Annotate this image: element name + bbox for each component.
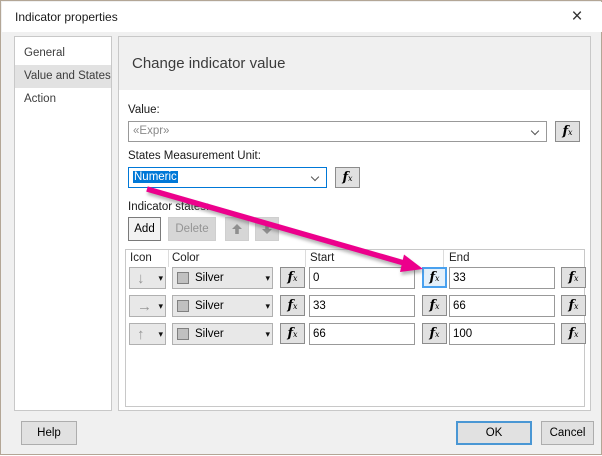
color-swatch xyxy=(177,300,189,312)
state-icon-dropdown[interactable]: → ▾ xyxy=(129,295,166,317)
color-expression-button[interactable]: fx xyxy=(280,295,305,316)
sidebar: General Value and States Action xyxy=(14,36,112,411)
color-swatch xyxy=(177,272,189,284)
end-input[interactable] xyxy=(449,267,555,289)
dropdown-caret-icon: ▾ xyxy=(265,329,270,339)
unit-expression-button[interactable]: fx xyxy=(335,167,360,188)
states-measurement-unit-combobox[interactable]: Numeric xyxy=(128,167,327,188)
fx-icon: fx xyxy=(429,297,440,313)
value-label: Value: xyxy=(128,104,160,116)
fx-icon: fx xyxy=(568,325,579,341)
titlebar: Indicator properties × xyxy=(2,2,602,32)
end-expression-button[interactable]: fx xyxy=(561,267,586,288)
panel-heading-band: Change indicator value xyxy=(119,37,590,90)
color-name: Silver xyxy=(195,328,224,340)
end-expression-button[interactable]: fx xyxy=(561,323,586,344)
color-name: Silver xyxy=(195,300,224,312)
state-color-dropdown[interactable]: Silver ▾ xyxy=(172,295,273,317)
state-icon-dropdown[interactable]: ↓ ▾ xyxy=(129,267,166,289)
close-icon[interactable]: × xyxy=(562,5,592,29)
main-panel: Change indicator value Value: «Expr» fx … xyxy=(118,36,591,411)
down-arrow-icon: ↓ xyxy=(137,270,145,287)
start-expression-button[interactable]: fx xyxy=(422,323,447,344)
state-color-dropdown[interactable]: Silver ▾ xyxy=(172,323,273,345)
fx-icon: fx xyxy=(562,123,573,139)
add-button[interactable]: Add xyxy=(128,217,161,241)
table-header: Icon Color Start End xyxy=(126,250,584,267)
delete-button[interactable]: Delete xyxy=(168,217,216,241)
move-up-button[interactable] xyxy=(225,217,249,241)
header-separator xyxy=(443,250,444,267)
fx-icon: fx xyxy=(342,169,353,185)
color-expression-button[interactable]: fx xyxy=(280,267,305,288)
up-arrow-icon: ↑ xyxy=(137,326,145,343)
fx-icon: fx xyxy=(568,269,579,285)
dropdown-caret-icon: ▾ xyxy=(158,329,163,339)
fx-icon: fx xyxy=(287,297,298,313)
start-expression-button[interactable]: fx xyxy=(422,295,447,316)
color-name: Silver xyxy=(195,272,224,284)
chevron-down-icon xyxy=(530,126,540,136)
right-arrow-icon: → xyxy=(137,298,152,315)
fx-icon: fx xyxy=(429,270,440,285)
states-measurement-unit-label: States Measurement Unit: xyxy=(128,150,261,162)
header-start: Start xyxy=(310,252,335,264)
value-expression-button[interactable]: fx xyxy=(555,121,580,142)
color-expression-button[interactable]: fx xyxy=(280,323,305,344)
move-up-icon xyxy=(232,223,242,234)
indicator-states-label: Indicator states: xyxy=(128,201,210,213)
dialog-title: Indicator properties xyxy=(15,10,118,24)
dropdown-caret-icon: ▾ xyxy=(265,301,270,311)
header-separator xyxy=(168,250,169,267)
table-row: ↑ ▾ Silver ▾ fx fx fx xyxy=(126,323,586,345)
state-icon-dropdown[interactable]: ↑ ▾ xyxy=(129,323,166,345)
end-input[interactable] xyxy=(449,295,555,317)
start-input[interactable] xyxy=(309,323,415,345)
fx-icon: fx xyxy=(287,269,298,285)
dropdown-caret-icon: ▾ xyxy=(158,273,163,283)
color-swatch xyxy=(177,328,189,340)
indicator-properties-dialog: Indicator properties × General Value and… xyxy=(0,0,602,455)
dropdown-caret-icon: ▾ xyxy=(265,273,270,283)
start-input[interactable] xyxy=(309,295,415,317)
state-color-dropdown[interactable]: Silver ▾ xyxy=(172,267,273,289)
selected-text: Numeric xyxy=(133,171,178,183)
panel-heading: Change indicator value xyxy=(132,55,286,72)
sidebar-item-action[interactable]: Action xyxy=(15,88,111,111)
table-row: → ▾ Silver ▾ fx fx fx xyxy=(126,295,586,317)
dropdown-caret-icon: ▾ xyxy=(158,301,163,311)
help-button[interactable]: Help xyxy=(21,421,77,445)
value-combobox[interactable]: «Expr» xyxy=(128,121,547,142)
ok-button[interactable]: OK xyxy=(456,421,532,445)
move-down-icon xyxy=(262,223,272,234)
indicator-states-table: Icon Color Start End ↓ ▾ Silver ▾ fx 0 f… xyxy=(125,249,586,407)
table-row: ↓ ▾ Silver ▾ fx fx fx xyxy=(126,267,586,289)
header-color: Color xyxy=(172,252,200,264)
header-separator xyxy=(305,250,306,267)
header-icon: Icon xyxy=(130,252,152,264)
fx-icon: fx xyxy=(287,325,298,341)
sidebar-item-general[interactable]: General xyxy=(15,42,111,65)
unit-combobox-text: Numeric xyxy=(133,171,178,183)
sidebar-item-value-and-states[interactable]: Value and States xyxy=(15,65,111,88)
end-expression-button[interactable]: fx xyxy=(561,295,586,316)
move-down-button[interactable] xyxy=(255,217,279,241)
end-input[interactable] xyxy=(449,323,555,345)
cancel-button[interactable]: Cancel xyxy=(541,421,594,445)
fx-icon: fx xyxy=(429,325,440,341)
chevron-down-icon xyxy=(310,172,320,182)
value-combobox-text: «Expr» xyxy=(133,125,170,137)
header-end: End xyxy=(449,252,470,264)
start-input[interactable] xyxy=(309,267,415,289)
start-expression-button-highlighted[interactable]: fx xyxy=(422,267,447,288)
fx-icon: fx xyxy=(568,297,579,313)
